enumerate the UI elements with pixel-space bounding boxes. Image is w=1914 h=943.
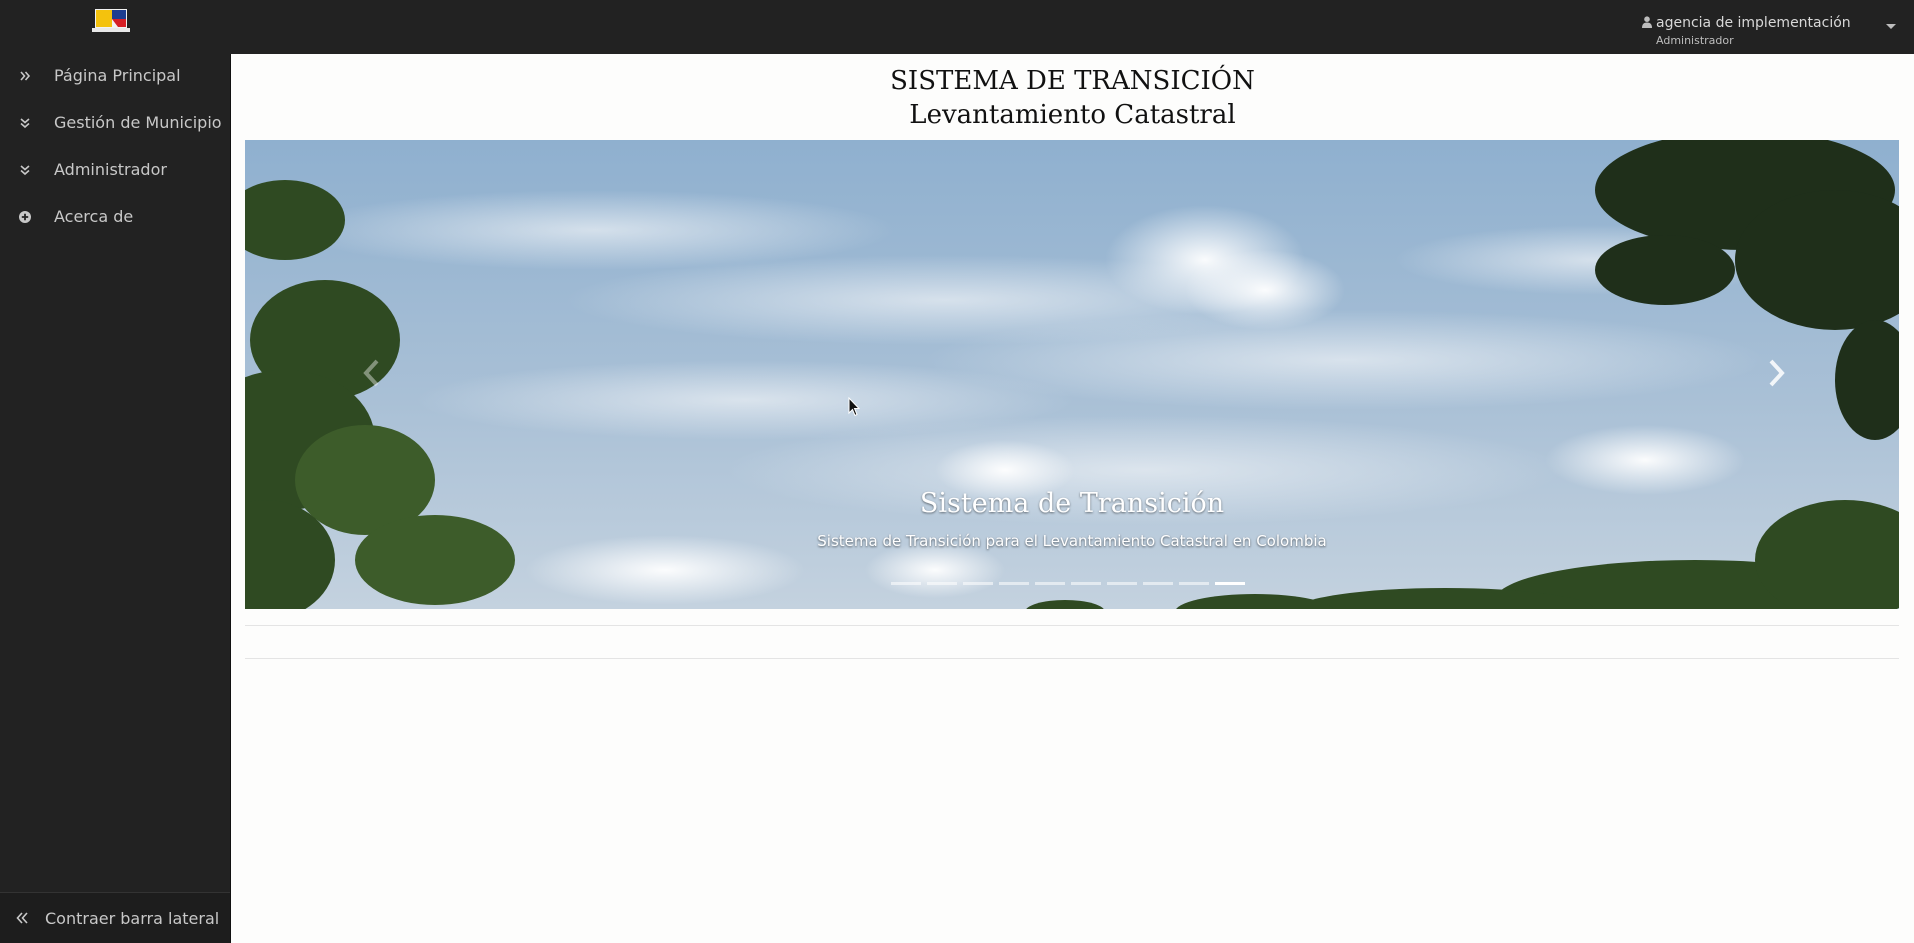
sidebar-item-label: Administrador: [54, 160, 167, 179]
caret-down-icon: [1886, 24, 1896, 29]
sidebar-item-label: Acerca de: [54, 207, 134, 226]
carousel-indicator[interactable]: [1107, 582, 1137, 585]
top-navbar: agencia de implementación Administrador: [0, 0, 1914, 54]
carousel-indicator[interactable]: [963, 582, 993, 585]
main-content: SISTEMA DE TRANSICIÓN Levantamiento Cata…: [231, 54, 1914, 943]
image-carousel[interactable]: Sistema de Transición Sistema de Transic…: [245, 140, 1899, 609]
sidebar-item-administrador[interactable]: Administrador: [0, 148, 230, 194]
carousel-indicator[interactable]: [1215, 582, 1245, 585]
carousel-next-icon[interactable]: [1761, 355, 1791, 391]
carousel-indicator[interactable]: [891, 582, 921, 585]
page-subtitle: Levantamiento Catastral: [909, 100, 1236, 130]
carousel-indicator[interactable]: [1071, 582, 1101, 585]
carousel-caption-subtitle: Sistema de Transición para el Levantamie…: [817, 532, 1327, 550]
mouse-cursor-icon: [848, 397, 860, 417]
double-chevron-down-icon: [20, 118, 30, 129]
sidebar-item-pagina-principal[interactable]: Página Principal: [0, 54, 230, 100]
page-title: SISTEMA DE TRANSICIÓN: [890, 66, 1255, 96]
carousel-prev-icon[interactable]: [357, 355, 387, 391]
app-logo[interactable]: [92, 8, 130, 34]
carousel-indicators: [891, 580, 1245, 588]
collapse-sidebar-label: Contraer barra lateral: [45, 909, 220, 928]
double-chevron-down-icon: [20, 165, 30, 176]
user-menu-dropdown[interactable]: agencia de implementación Administrador: [1624, 0, 1914, 54]
divider: [245, 625, 1899, 626]
sidebar-item-gestion-de-municipio[interactable]: Gestión de Municipio: [0, 101, 230, 147]
sidebar-item-label: Página Principal: [54, 66, 181, 85]
divider: [245, 658, 1899, 659]
sidebar: Página Principal Gestión de Municipio Ad…: [0, 54, 231, 943]
carousel-caption-title: Sistema de Transición: [919, 488, 1225, 519]
double-chevron-left-icon: [16, 912, 28, 924]
sidebar-item-acerca-de[interactable]: Acerca de: [0, 195, 230, 241]
carousel-indicator[interactable]: [1143, 582, 1173, 585]
carousel-indicator[interactable]: [999, 582, 1029, 585]
user-icon: [1642, 16, 1652, 28]
carousel-indicator[interactable]: [1035, 582, 1065, 585]
user-role: Administrador: [1656, 34, 1734, 47]
double-chevron-right-icon: [20, 71, 31, 81]
collapse-sidebar-button[interactable]: Contraer barra lateral: [0, 892, 230, 943]
sidebar-item-label: Gestión de Municipio: [54, 113, 222, 132]
plus-circle-icon: [19, 211, 31, 223]
carousel-indicator[interactable]: [1179, 582, 1209, 585]
user-name: agencia de implementación: [1656, 15, 1851, 31]
carousel-indicator[interactable]: [927, 582, 957, 585]
